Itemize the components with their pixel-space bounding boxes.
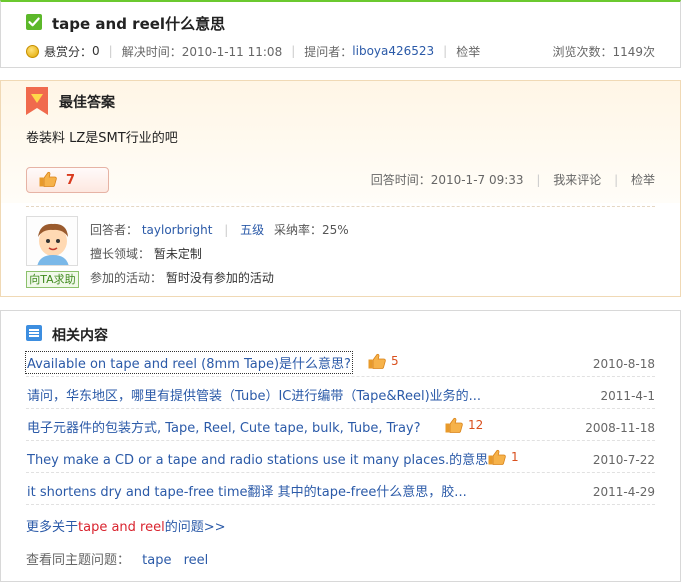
related-panel: 相关内容 Available on tape and reel (8mm Tap… — [0, 310, 681, 582]
related-link[interactable]: Available on tape and reel (8mm Tape)是什么… — [25, 351, 353, 374]
like-count: 1 — [511, 450, 519, 464]
view-count: 浏览次数：1149次 — [552, 45, 655, 59]
same-topic-row: 查看同主题问题： tape reel — [26, 549, 208, 568]
expertise-value: 暂未定制 — [153, 247, 202, 261]
related-item: They make a CD or a tape and radio stati… — [26, 441, 655, 473]
adopt-rate: 采纳率：25% — [273, 223, 349, 237]
like-count: 7 — [66, 172, 76, 188]
solved-time: 解决时间：2010-1-11 11:08 — [121, 44, 283, 59]
answerer-label: 回答者： — [90, 223, 139, 237]
related-date: 2011-4-1 — [600, 389, 655, 403]
avatar[interactable] — [26, 216, 78, 266]
related-list: Available on tape and reel (8mm Tape)是什么… — [25, 345, 655, 505]
more-questions-link[interactable]: 更多关于tape and reel的问题>> — [26, 516, 226, 535]
related-link[interactable]: it shortens dry and tape-free time翻译 其中的… — [27, 481, 467, 500]
related-date: 2011-4-29 — [592, 485, 655, 499]
more-prefix: 更多关于 — [26, 520, 79, 535]
topic-tag[interactable]: tape — [142, 553, 171, 568]
report-link[interactable]: 检举 — [631, 173, 655, 187]
separator: | — [443, 44, 448, 58]
question-header: tape and reel什么意思 悬赏分： 0 | 解决时间：2010-1-1… — [0, 0, 681, 68]
related-date: 2008-11-18 — [585, 421, 655, 435]
related-item: Available on tape and reel (8mm Tape)是什么… — [25, 345, 655, 377]
best-answer-header: 最佳答案 卷装料 LZ是SMT行业的吧 7 回答时间：2010-1-7 09:3… — [1, 81, 680, 203]
like-count: 5 — [391, 354, 399, 368]
thumbs-up-icon — [445, 417, 463, 433]
answer-meta: 回答时间：2010-1-7 09:33 | 我来评论 | 检举 — [371, 171, 655, 188]
related-link[interactable]: They make a CD or a tape and radio stati… — [27, 449, 488, 468]
activity-info: 参加的活动： 暂时没有参加的活动 — [90, 269, 274, 286]
activity-label: 参加的活动： — [90, 271, 163, 285]
reward-label: 悬赏分： — [44, 44, 93, 59]
expertise-info: 擅长领域： 暂未定制 — [90, 245, 202, 262]
related-date: 2010-8-18 — [592, 357, 655, 371]
question-meta: 悬赏分： 0 | 解决时间：2010-1-11 11:08 | 提问者： lib… — [26, 43, 480, 59]
separator: | — [224, 223, 229, 237]
separator: | — [614, 173, 619, 187]
related-item: it shortens dry and tape-free time翻译 其中的… — [26, 473, 655, 505]
thumbs-up-icon — [368, 353, 386, 369]
activity-value: 暂时没有参加的活动 — [165, 271, 274, 285]
question-title: tape and reel什么意思 — [52, 15, 226, 33]
thumbs-up-icon — [488, 449, 506, 465]
ask-help-button[interactable]: 向TA求助 — [26, 271, 79, 288]
best-answer-panel: 最佳答案 卷装料 LZ是SMT行业的吧 7 回答时间：2010-1-7 09:3… — [0, 80, 681, 297]
related-item: 电子元器件的包装方式, Tape, Reel, Cute tape, bulk,… — [26, 409, 655, 441]
report-link[interactable]: 检举 — [456, 43, 480, 60]
expertise-label: 擅长领域： — [90, 247, 151, 261]
more-suffix: 的问题>> — [164, 520, 226, 535]
coin-icon — [26, 44, 39, 58]
answerer-link[interactable]: taylorbright — [142, 223, 213, 237]
answer-time: 回答时间：2010-1-7 09:33 — [370, 173, 524, 187]
related-list-icon — [26, 325, 42, 341]
answerer-info: 回答者： taylorbright | 五级 采纳率：25% — [90, 221, 349, 238]
answer-text: 卷装料 LZ是SMT行业的吧 — [26, 131, 178, 146]
asker-link[interactable]: liboya426523 — [352, 44, 434, 58]
separator: | — [108, 44, 113, 58]
separator: | — [291, 44, 296, 58]
best-answer-ribbon-icon — [26, 87, 48, 115]
related-link[interactable]: 请问，华东地区，哪里有提供管装（Tube）IC进行编带（Tape&Reel)业务… — [27, 385, 481, 404]
like-count: 12 — [468, 418, 484, 432]
reward-value: 0 — [92, 44, 100, 58]
level-link[interactable]: 五级 — [240, 223, 264, 237]
related-heading: 相关内容 — [52, 328, 108, 344]
more-keyword: tape and reel — [78, 520, 165, 535]
check-icon — [26, 14, 42, 30]
asker-label: 提问者： — [304, 44, 353, 59]
related-item: 请问，华东地区，哪里有提供管装（Tube）IC进行编带（Tape&Reel)业务… — [26, 377, 655, 409]
like-button[interactable]: 7 — [26, 167, 109, 193]
comment-link[interactable]: 我来评论 — [553, 173, 601, 187]
divider — [26, 206, 655, 207]
topic-tag[interactable]: reel — [184, 553, 209, 568]
separator: | — [536, 173, 541, 187]
related-link[interactable]: 电子元器件的包装方式, Tape, Reel, Cute tape, bulk,… — [27, 417, 421, 436]
related-date: 2010-7-22 — [592, 453, 655, 467]
best-answer-heading: 最佳答案 — [59, 95, 115, 111]
topics-label: 查看同主题问题： — [26, 553, 131, 568]
thumbs-up-icon — [39, 171, 57, 190]
